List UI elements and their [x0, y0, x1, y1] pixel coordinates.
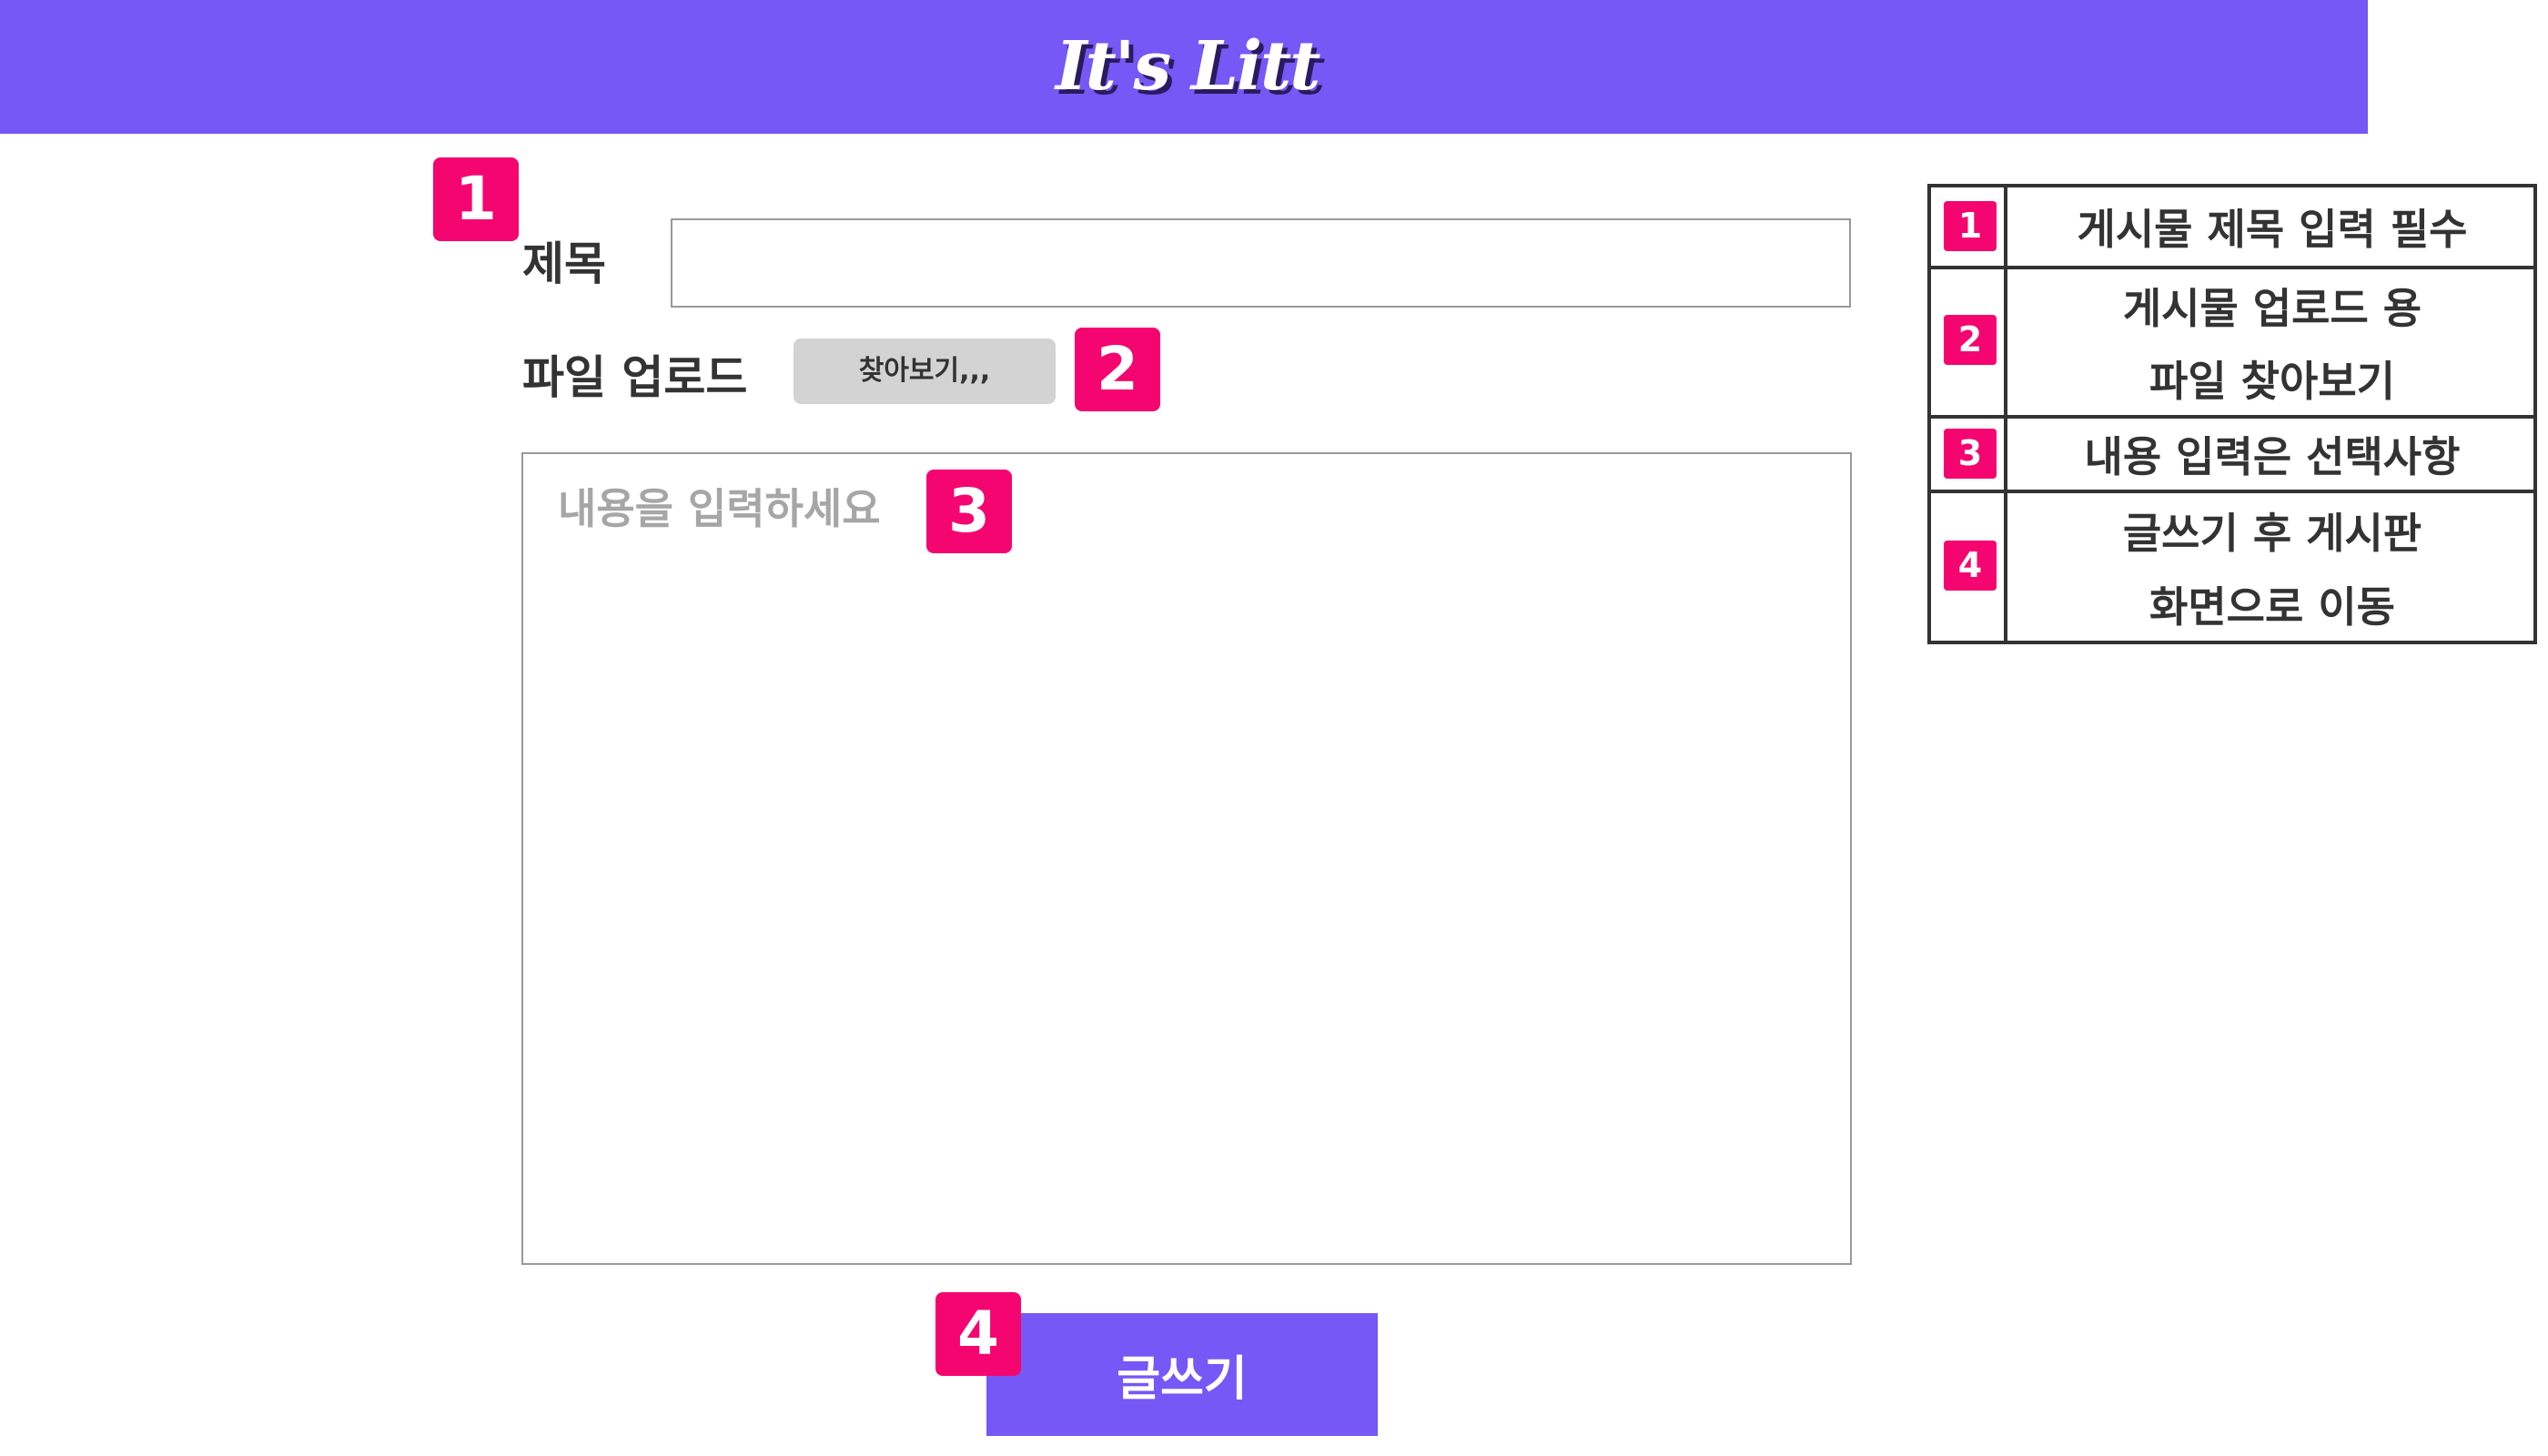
- legend-text-line: 게시물 업로드 용: [2122, 284, 2422, 333]
- annotation-badge-4: 4: [935, 1292, 1021, 1376]
- legend-number-cell: 4: [1931, 493, 2007, 641]
- legend-number-cell: 1: [1931, 187, 2007, 266]
- legend-row-4: 4 글쓰기 후 게시판 화면으로 이동: [1931, 490, 2533, 641]
- browse-file-button[interactable]: 찾아보기,,,: [794, 339, 1056, 404]
- legend-row-3: 3 내용 입력은 선택사항: [1931, 415, 2533, 490]
- legend-description: 게시물 업로드 용 파일 찾아보기: [2011, 269, 2533, 415]
- header-bar: It's Litt: [0, 0, 2368, 134]
- title-input[interactable]: [671, 218, 1851, 308]
- legend-description: 글쓰기 후 게시판 화면으로 이동: [2011, 493, 2533, 641]
- legend-number-cell: 2: [1931, 269, 2007, 415]
- legend-badge-2: 2: [1944, 315, 1997, 365]
- legend-text-line: 파일 찾아보기: [2149, 357, 2395, 406]
- annotation-legend-table: 1 게시물 제목 입력 필수 2 게시물 업로드 용 파일 찾아보기 3 내용 …: [1927, 184, 2537, 644]
- annotation-badge-3: 3: [926, 470, 1012, 553]
- write-submit-button[interactable]: 글쓰기: [986, 1313, 1378, 1436]
- title-label: 제목: [522, 238, 606, 290]
- legend-number-cell: 3: [1931, 419, 2007, 490]
- legend-badge-1: 1: [1944, 201, 1997, 251]
- legend-description: 내용 입력은 선택사항: [2011, 419, 2533, 490]
- legend-badge-3: 3: [1944, 429, 1997, 479]
- legend-row-2: 2 게시물 업로드 용 파일 찾아보기: [1931, 266, 2533, 415]
- site-logo[interactable]: It's Litt: [1056, 25, 1320, 107]
- legend-text-line: 게시물 제목 입력 필수: [2077, 205, 2468, 254]
- legend-text-line: 화면으로 이동: [2149, 581, 2395, 632]
- legend-row-1: 1 게시물 제목 입력 필수: [1931, 187, 2533, 266]
- annotation-badge-2: 2: [1075, 328, 1160, 411]
- legend-text-line: 내용 입력은 선택사항: [2084, 432, 2461, 481]
- file-upload-label: 파일 업로드: [522, 351, 748, 404]
- annotation-badge-1: 1: [433, 157, 519, 241]
- legend-description: 게시물 제목 입력 필수: [2011, 187, 2533, 266]
- content-textarea[interactable]: [521, 452, 1852, 1265]
- legend-text-line: 글쓰기 후 게시판: [2122, 508, 2422, 558]
- legend-badge-4: 4: [1944, 541, 1997, 591]
